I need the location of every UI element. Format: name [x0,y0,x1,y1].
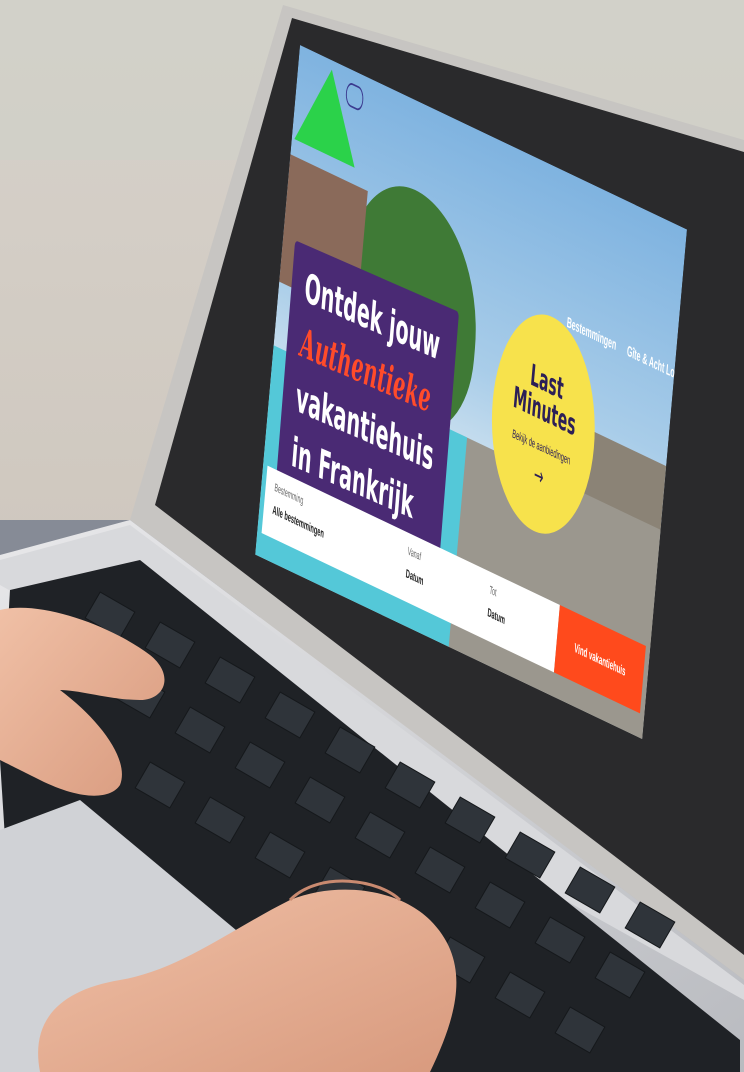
field-from-label: Vanaf [407,544,422,564]
field-to-label: Tot [489,583,498,600]
photo-scene: Bestemmingen Gîte & Acht Logo Ontdek jou… [0,0,744,1072]
field-destination-select[interactable]: Alle bestemmingen [272,503,324,541]
field-destination-label: Bestemming [274,480,304,508]
field-from-date[interactable]: Datum [405,566,424,588]
field-to-date[interactable]: Datum [487,605,506,627]
